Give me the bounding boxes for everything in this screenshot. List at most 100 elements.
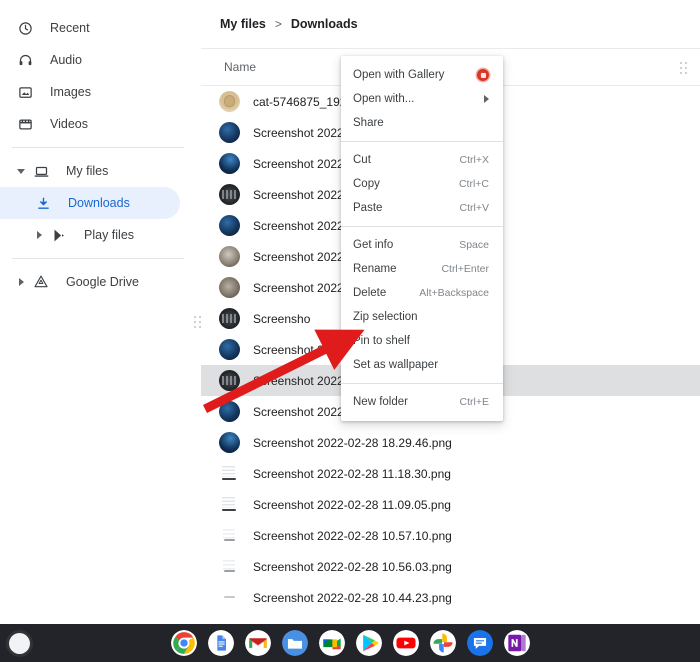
shelf-app-chrome[interactable] [171,630,197,656]
breadcrumb: My files > Downloads [201,0,700,48]
file-thumbnail-icon [219,184,240,205]
file-name: Screenshot 2022- [253,250,348,264]
chevron-down-icon[interactable] [14,169,28,174]
file-row[interactable]: Screenshot 2022-02-28 10.57.10.png [201,520,700,551]
menu-item-label: Get info [353,239,459,251]
file-thumbnail-icon [219,246,240,267]
video-icon [14,113,36,135]
menu-item-shortcut: Ctrl+X [460,154,489,166]
menu-item-shortcut: Alt+Backspace [419,287,489,299]
file-row[interactable]: Screenshot 2022-02-28 10.44.23.png [201,582,700,613]
file-name: Screenshot 2022-02-28 10.57.10.png [253,529,452,543]
file-name: Screenshot 2022-02-28 18.29.46.png [253,436,452,450]
shelf-app-list [0,624,700,662]
file-name: Screenshot 2022-02-28 11.09.05.png [253,498,451,512]
file-thumbnail-icon [219,370,240,391]
shelf [0,624,700,662]
menu-item-label: Copy [353,178,459,190]
menu-item-open-with[interactable]: Open with... [341,87,503,111]
menu-item-copy[interactable]: CopyCtrl+C [341,172,503,196]
file-name: Screenshot 2022- [253,188,348,202]
file-thumbnail-icon [219,587,240,608]
file-name: Screenshot 2022- [253,219,348,233]
sidebar-item-recent[interactable]: Recent [0,12,180,44]
menu-item-shortcut: Space [459,239,489,251]
menu-item-label: Delete [353,287,419,299]
sidebar-item-label: Downloads [68,196,130,210]
menu-item-pin-to-shelf[interactable]: Pin to shelf [341,329,503,353]
breadcrumb-current[interactable]: Downloads [291,17,358,31]
menu-item-open-with-gallery[interactable]: Open with Gallery [341,63,503,87]
gallery-app-icon [477,69,489,81]
breadcrumb-root[interactable]: My files [220,17,266,31]
sidebar-item-label: Google Drive [66,275,139,289]
chevron-right-icon [484,95,489,103]
headphones-icon [14,49,36,71]
shelf-app-play-store[interactable] [356,630,382,656]
menu-item-new-folder[interactable]: New folderCtrl+E [341,390,503,414]
shelf-app-files[interactable] [282,630,308,656]
file-row[interactable]: Screenshot 2022-02-28 10.56.03.png [201,551,700,582]
file-thumbnail-icon [219,432,240,453]
file-thumbnail-icon [219,494,240,515]
sidebar-item-label: Audio [50,53,82,67]
shelf-app-google-docs[interactable] [208,630,234,656]
file-thumbnail-icon [219,215,240,236]
image-icon [14,81,36,103]
file-name: Screenshot 2022- [253,374,348,388]
menu-item-rename[interactable]: RenameCtrl+Enter [341,257,503,281]
file-name: Screenshot 2022-02-28 10.44.23.png [253,591,452,605]
breadcrumb-separator-icon: > [275,17,282,31]
sidebar-item-audio[interactable]: Audio [0,44,180,76]
sidebar-item-my-files[interactable]: My files [0,155,180,187]
shelf-app-google-meet[interactable] [319,630,345,656]
sidebar-divider-2 [12,258,184,259]
sidebar-item-downloads[interactable]: Downloads [0,187,180,219]
file-row[interactable]: Screenshot 2022-02-28 11.09.05.png [201,489,700,520]
sidebar-item-label: Recent [50,21,90,35]
menu-item-paste[interactable]: PasteCtrl+V [341,196,503,220]
chevron-right-icon[interactable] [14,278,28,286]
menu-item-set-as-wallpaper[interactable]: Set as wallpaper [341,353,503,377]
shelf-app-gmail[interactable] [245,630,271,656]
menu-item-delete[interactable]: DeleteAlt+Backspace [341,281,503,305]
file-name: Screenshot 2022-02-28 10.56.03.png [253,560,452,574]
shelf-app-google-photos[interactable] [430,630,456,656]
file-name: Screenshot 2022- [253,157,348,171]
column-header-name[interactable]: Name [224,60,256,74]
download-icon [32,192,54,214]
sidebar: Recent Audio Images [0,0,196,624]
menu-item-label: Open with... [353,93,484,105]
sidebar-item-images[interactable]: Images [0,76,180,108]
drag-handle-icon[interactable] [194,316,201,328]
file-row[interactable]: Screenshot 2022-02-28 11.18.30.png [201,458,700,489]
menu-separator [341,141,503,142]
menu-item-zip-selection[interactable]: Zip selection [341,305,503,329]
sidebar-item-label: My files [66,164,108,178]
sidebar-item-play-files[interactable]: Play files [0,219,180,251]
shelf-app-google-chat[interactable] [467,630,493,656]
file-name: Screensho [253,312,310,326]
sidebar-item-videos[interactable]: Videos [0,108,180,140]
menu-item-label: Rename [353,263,441,275]
column-drag-handle-icon[interactable] [680,62,688,74]
file-row[interactable]: Screenshot 2022-02-28 18.29.46.png [201,427,700,458]
menu-item-shortcut: Ctrl+V [460,202,489,214]
file-thumbnail-icon [219,308,240,329]
context-menu[interactable]: Open with GalleryOpen with...ShareCutCtr… [341,56,503,421]
chevron-right-icon[interactable] [32,231,46,239]
menu-item-cut[interactable]: CutCtrl+X [341,148,503,172]
shelf-app-onenote[interactable] [504,630,530,656]
sidebar-item-google-drive[interactable]: Google Drive [0,266,180,298]
menu-item-get-info[interactable]: Get infoSpace [341,233,503,257]
menu-item-share[interactable]: Share [341,111,503,135]
file-name: cat-5746875_192 [253,95,346,109]
menu-separator [341,226,503,227]
file-thumbnail-icon [219,463,240,484]
menu-item-label: Cut [353,154,460,166]
sidebar-splitter[interactable] [191,0,201,624]
shelf-app-youtube[interactable] [393,630,419,656]
play-store-icon [48,224,70,246]
file-thumbnail-icon [219,556,240,577]
sidebar-item-label: Videos [50,117,88,131]
